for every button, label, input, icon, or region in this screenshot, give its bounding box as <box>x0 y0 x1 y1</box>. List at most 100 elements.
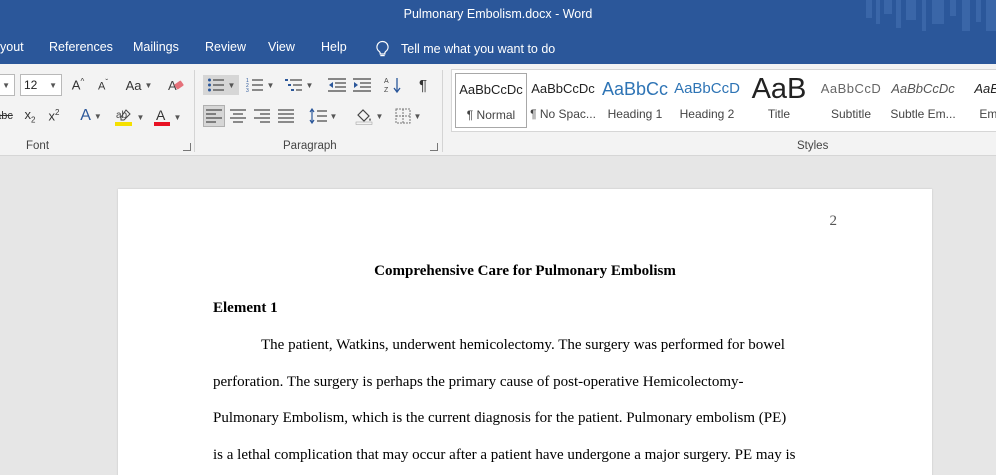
strikethrough-icon: abc <box>0 110 13 122</box>
section-heading: Element 1 <box>213 300 278 316</box>
body-line: Pulmonary Embolism, which is the current… <box>213 410 787 426</box>
style-heading-2[interactable]: AaBbCcD Heading 2 <box>671 73 743 128</box>
highlighter-icon: ab <box>114 109 132 126</box>
style-name: Title <box>767 107 791 121</box>
subscript-icon: x2 <box>24 107 36 125</box>
grow-font-button[interactable]: A^ <box>68 76 88 94</box>
strikethrough-button[interactable]: abc <box>0 106 14 126</box>
shading-button[interactable]: ▼ <box>352 105 386 127</box>
style-name: Subtitle <box>830 107 872 121</box>
chevron-down-icon: ▼ <box>49 80 57 90</box>
body-line: The patient, Watkins, underwent hemicole… <box>261 337 785 353</box>
superscript-icon: x2 <box>48 108 60 124</box>
body-line: perforation. The surgery is perhaps the … <box>213 374 744 390</box>
chevron-down-icon: ▼ <box>266 80 275 90</box>
svg-text:3: 3 <box>246 88 249 93</box>
lightbulb-icon <box>376 40 389 57</box>
font-group-label: Font <box>26 140 50 152</box>
font-name-combo[interactable]: ▼ <box>0 74 15 96</box>
align-center-button[interactable] <box>227 105 249 127</box>
chevron-down-icon: ▼ <box>375 111 384 121</box>
chevron-down-icon: ▼ <box>305 80 314 90</box>
tab-references[interactable]: References <box>49 40 113 54</box>
tab-mailings[interactable]: Mailings <box>133 40 179 54</box>
window-title: Pulmonary Embolism.docx - Word <box>403 7 593 21</box>
style-heading-1[interactable]: AaBbCc Heading 1 <box>599 73 671 128</box>
align-right-button[interactable] <box>251 105 273 127</box>
tab-help[interactable]: Help <box>321 40 347 54</box>
title-bar: Pulmonary Embolism.docx - Word <box>0 0 996 31</box>
body-line: is a lethal complication that may occur … <box>213 447 796 463</box>
style-subtle-emphasis[interactable]: AaBbCcDc Subtle Em... <box>887 73 959 128</box>
sort-button[interactable]: AZ <box>382 75 404 95</box>
highlight-color-button[interactable]: ab ▼ <box>112 106 146 128</box>
style-emphasis[interactable]: AaBbC Emph <box>959 73 996 128</box>
sort-az-icon: AZ <box>384 78 401 94</box>
decrease-indent-icon <box>328 78 346 92</box>
chevron-down-icon: ▼ <box>144 80 153 90</box>
chevron-down-icon: ▼ <box>93 111 102 121</box>
tell-me-label: Tell me what you want to do <box>401 42 556 56</box>
style-sample: AaBbCcDc <box>531 81 595 96</box>
multilevel-list-button[interactable]: ▼ <box>282 75 316 95</box>
line-spacing-button[interactable]: ▼ <box>307 105 339 127</box>
tab-layout[interactable]: yout <box>0 40 24 54</box>
justify-button[interactable] <box>275 105 297 127</box>
superscript-button[interactable]: x2 <box>44 106 64 126</box>
ribbon-tabs: yout References Mailings Review View Hel… <box>0 31 996 64</box>
font-color-button[interactable]: A ▼ <box>150 106 184 128</box>
bullets-button[interactable]: ▼ <box>203 75 239 95</box>
tell-me-search[interactable]: Tell me what you want to do <box>374 40 555 58</box>
font-dialog-launcher[interactable] <box>183 143 191 151</box>
change-case-button[interactable]: Aa ▼ <box>121 76 157 94</box>
text-effects-button[interactable]: A ▼ <box>74 106 108 126</box>
increase-indent-icon <box>353 78 371 92</box>
styles-group-label: Styles <box>797 140 829 152</box>
paragraph-group-label: Paragraph <box>283 140 337 152</box>
numbering-button[interactable]: 123 ▼ <box>243 75 277 95</box>
style-sample: AaBbCcD <box>820 81 882 96</box>
chevron-down-icon: ▼ <box>329 111 338 121</box>
style-name: ¶ No Spac... <box>530 107 596 121</box>
style-sample: AaBbCcD <box>674 80 740 97</box>
font-size-combo[interactable]: 12 ▼ <box>20 74 62 96</box>
shrink-font-button[interactable]: Aˇ <box>93 76 113 94</box>
style-sample: AaBbCc <box>601 79 669 99</box>
style-no-spacing[interactable]: AaBbCcDc ¶ No Spac... <box>527 73 599 128</box>
svg-text:Z: Z <box>384 87 389 94</box>
style-normal[interactable]: AaBbCcDc ¶ Normal <box>455 73 527 128</box>
text-effects-icon: A <box>80 107 91 124</box>
bullet-list-icon <box>207 78 224 92</box>
style-subtitle[interactable]: AaBbCcD Subtitle <box>815 73 887 128</box>
style-title[interactable]: AaB Title <box>743 73 815 128</box>
increase-indent-button[interactable] <box>351 75 373 95</box>
style-sample: AaB <box>751 73 807 105</box>
clear-formatting-icon: A <box>168 78 184 93</box>
multilevel-list-icon <box>284 79 302 91</box>
tab-review[interactable]: Review <box>205 40 246 54</box>
clear-formatting-button[interactable]: A <box>166 75 186 95</box>
group-divider <box>442 70 443 152</box>
group-divider <box>194 70 195 152</box>
tab-view[interactable]: View <box>268 40 295 54</box>
justify-icon <box>278 109 294 123</box>
align-right-icon <box>254 109 270 123</box>
grow-font-icon: A^ <box>71 77 85 93</box>
font-color-icon: A <box>153 107 170 126</box>
decrease-indent-button[interactable] <box>326 75 348 95</box>
chevron-down-icon: ▼ <box>413 111 422 121</box>
svg-text:A: A <box>384 78 389 85</box>
align-left-button[interactable] <box>203 105 225 127</box>
subscript-button[interactable]: x2 <box>20 106 40 126</box>
paint-bucket-icon <box>355 109 372 125</box>
pilcrow-icon: ¶ <box>418 76 428 94</box>
titlebar-decoration <box>866 0 996 31</box>
style-name: Subtle Em... <box>890 107 956 121</box>
change-case-label: Aa <box>125 77 142 93</box>
chevron-down-icon: ▼ <box>173 112 182 122</box>
shrink-font-icon: Aˇ <box>97 77 108 93</box>
show-formatting-button[interactable]: ¶ <box>412 75 434 95</box>
paragraph-dialog-launcher[interactable] <box>430 143 438 151</box>
borders-button[interactable]: ▼ <box>391 105 425 127</box>
document-page[interactable]: 2 Comprehensive Care for Pulmonary Embol… <box>118 189 932 475</box>
